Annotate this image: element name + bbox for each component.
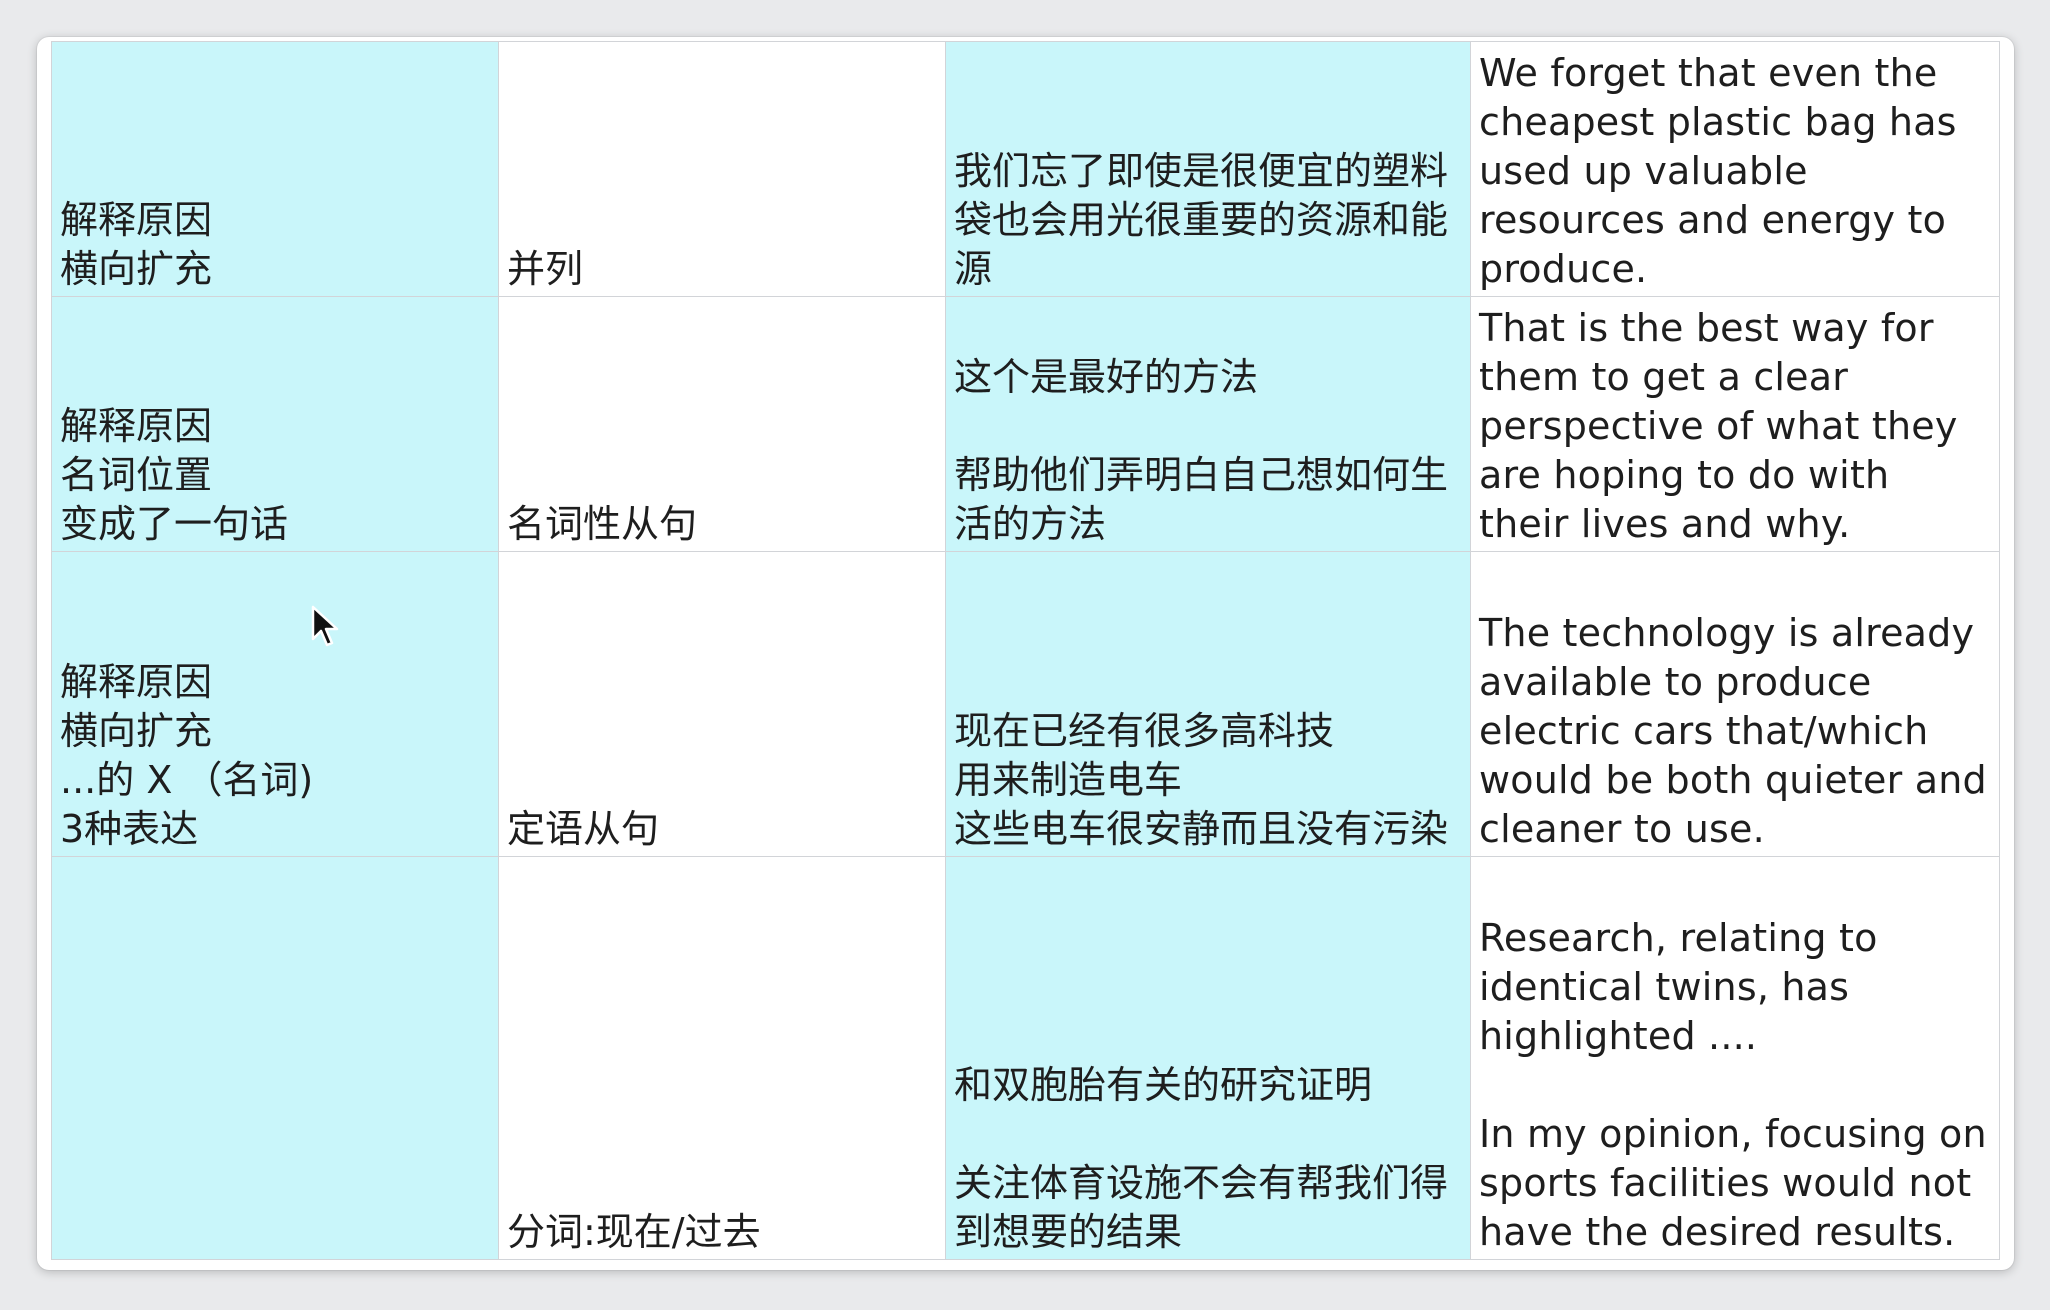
cell-explanation[interactable]: 解释原因 名词位置 变成了一句话 [51,296,499,552]
cell-english-sentence[interactable]: That is the best way for them to get a c… [1470,296,2000,552]
cell-english-sentence[interactable]: Research, relating to identical twins, h… [1470,856,2000,1260]
table-row: 解释原因 横向扩充 并列 我们忘了即使是很便宜的塑料袋也会用光很重要的资源和能源… [51,41,2000,297]
table-row: 解释原因 横向扩充 ...的 X （名词) 3种表达 定语从句 现在已经有很多高… [51,551,2000,857]
cell-english-sentence[interactable]: We forget that even the cheapest plastic… [1470,41,2000,297]
cell-chinese-sentence[interactable]: 和双胞胎有关的研究证明 关注体育设施不会有帮我们得到想要的结果 [945,856,1471,1260]
cell-grammar-type[interactable]: 并列 [498,41,946,297]
table-row: 解释原因 名词位置 变成了一句话 名词性从句 这个是最好的方法 帮助他们弄明白自… [51,296,2000,552]
cell-chinese-sentence[interactable]: 我们忘了即使是很便宜的塑料袋也会用光很重要的资源和能源 [945,41,1471,297]
cell-chinese-sentence[interactable]: 这个是最好的方法 帮助他们弄明白自己想如何生活的方法 [945,296,1471,552]
cell-grammar-type[interactable]: 分词:现在/过去 [498,856,946,1260]
cell-english-sentence[interactable]: The technology is already available to p… [1470,551,2000,857]
cell-explanation[interactable] [51,856,499,1260]
table-row: 分词:现在/过去 和双胞胎有关的研究证明 关注体育设施不会有帮我们得到想要的结果… [51,856,2000,1260]
cell-grammar-type[interactable]: 名词性从句 [498,296,946,552]
cell-chinese-sentence[interactable]: 现在已经有很多高科技 用来制造电车 这些电车很安静而且没有污染 [945,551,1471,857]
cell-explanation[interactable]: 解释原因 横向扩充 ...的 X （名词) 3种表达 [51,551,499,857]
spreadsheet-window: 解释原因 横向扩充 并列 我们忘了即使是很便宜的塑料袋也会用光很重要的资源和能源… [37,37,2014,1270]
notes-table: 解释原因 横向扩充 并列 我们忘了即使是很便宜的塑料袋也会用光很重要的资源和能源… [51,41,2000,1260]
cell-explanation[interactable]: 解释原因 横向扩充 [51,41,499,297]
cell-grammar-type[interactable]: 定语从句 [498,551,946,857]
